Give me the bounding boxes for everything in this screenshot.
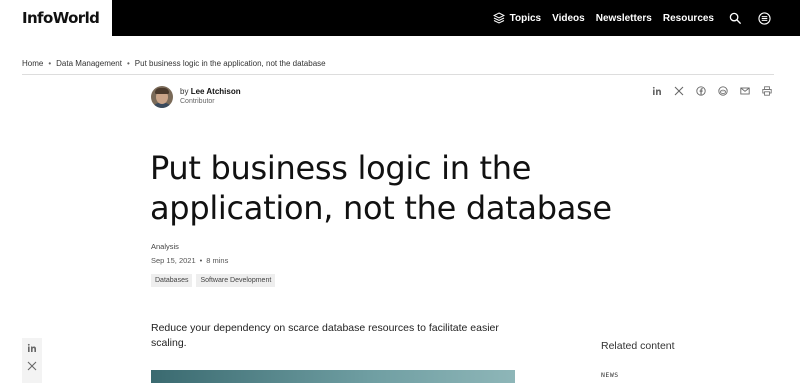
author-name[interactable]: Lee Atchison [191,87,241,96]
breadcrumb: Home • Data Management • Put business lo… [22,59,326,68]
nav-topics[interactable]: Topics [492,11,541,25]
facebook-icon[interactable] [696,86,706,96]
search-icon[interactable] [727,10,743,26]
article-summary: Reduce your dependency on scarce databas… [151,322,499,349]
reddit-icon[interactable] [718,86,728,96]
author-byline: by Lee Atchison [180,87,241,96]
tag-databases[interactable]: Databases [151,274,193,287]
nav-resources-label: Resources [662,12,714,24]
x-icon[interactable] [674,86,684,96]
nav-videos[interactable]: Videos [552,13,585,24]
publish-date: Sep 15, 2021 [151,256,196,265]
related-content-heading: Related content [601,340,675,352]
read-time: 8 mins [206,256,229,265]
author-role: Contributor [180,98,215,105]
divider [22,74,774,75]
meta-separator: • [199,256,203,265]
article-type: Analysis [151,242,179,251]
breadcrumb-data-management[interactable]: Data Management [56,59,122,68]
linkedin-icon[interactable] [27,343,37,353]
nav-videos-label: Videos [552,12,585,24]
breadcrumb-current: Put business logic in the application, n… [134,59,326,68]
breadcrumb-separator: • [48,59,52,68]
breadcrumb-home[interactable]: Home [22,59,43,68]
x-icon[interactable] [27,361,37,371]
breadcrumb-separator: • [126,59,130,68]
print-icon[interactable] [762,86,772,96]
nav-resources[interactable]: Resources [663,13,714,24]
logo-area[interactable]: InfoWorld [0,0,112,36]
author-avatar[interactable] [151,86,173,108]
linkedin-icon[interactable] [652,86,662,96]
menu-icon[interactable] [756,10,772,26]
infoworld-logo[interactable]: InfoWorld [22,9,100,27]
nav-newsletters-label: Newsletters [595,12,652,24]
byline-prefix: by [180,87,189,96]
nav-topics-label: Topics [509,12,542,24]
nav-newsletters[interactable]: Newsletters [596,13,652,24]
related-content-category: NEWS [601,371,619,379]
top-navigation-bar: InfoWorld Topics Videos Newsletters Reso… [0,0,800,36]
main-nav: Topics Videos Newsletters Resources [492,0,772,36]
side-share-bar [22,338,42,383]
email-icon[interactable] [740,86,750,96]
hero-image [151,370,515,383]
article-meta: Sep 15, 2021 • 8 mins [151,256,228,265]
layers-icon [492,11,506,25]
share-toolbar [652,86,772,96]
tag-list: Databases Software Development [151,274,276,287]
tag-software-development[interactable]: Software Development [196,274,276,287]
article-title: Put business logic in the application, n… [150,149,612,227]
